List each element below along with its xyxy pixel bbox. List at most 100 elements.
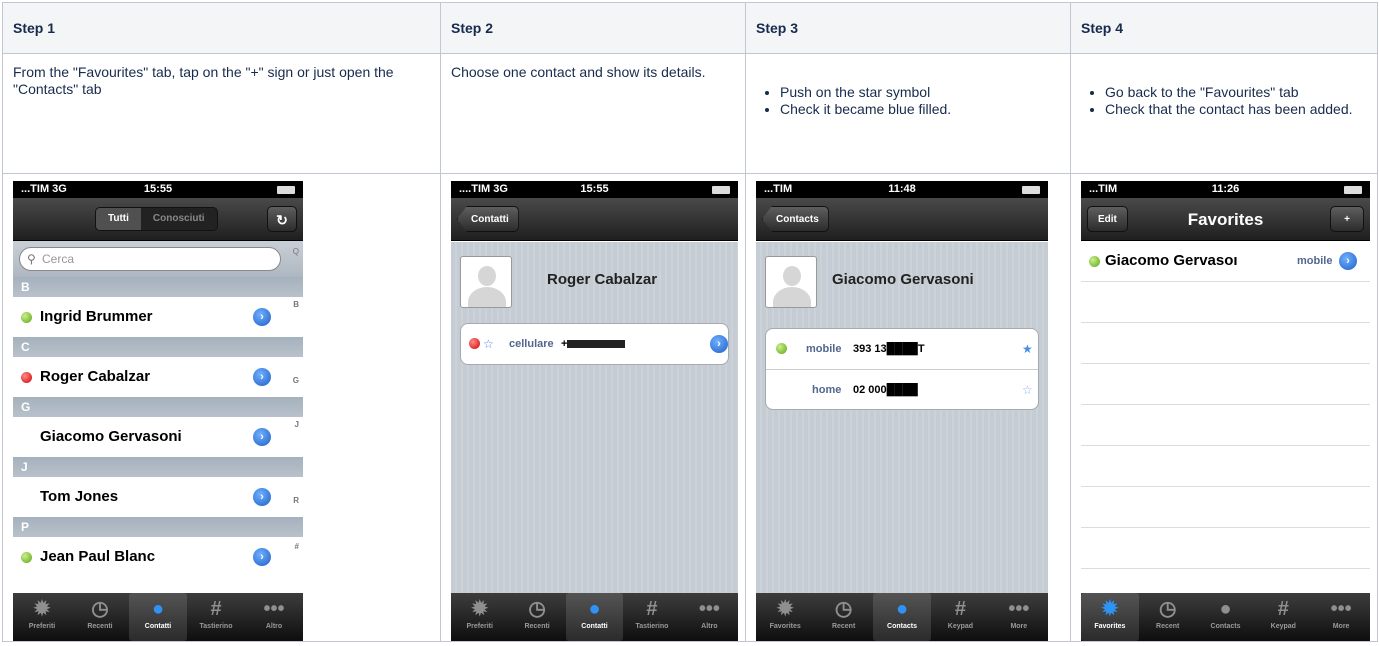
disclosure-icon[interactable]: › [710,335,728,353]
segment-all[interactable]: Tutti [96,208,141,230]
contact-name: Ingrid Brummer [40,308,153,325]
tab-keypad[interactable]: # Keypad [1254,593,1312,641]
contact-name: Roger Cabalzar [547,271,658,288]
more-icon: ••• [1330,598,1352,620]
step-2-text: Choose one contact and show its details. [451,64,706,80]
favorite-label: mobile [1297,255,1333,267]
tab-favorites[interactable]: ✹ Preferiti [13,593,71,641]
tab-contacts[interactable]: ● Contacts [1197,593,1255,641]
disclosure-icon[interactable]: › [253,548,271,566]
tab-keypad[interactable]: # Keypad [931,593,989,641]
tab-favorites[interactable]: ✹ Favorites [1081,593,1139,641]
redacted-number [567,340,626,349]
search-placeholder: Cerca [42,252,75,266]
disclosure-icon[interactable]: › [253,428,271,446]
star-icon: ✹ [471,598,489,620]
step-2-header: Step 2 [440,2,746,54]
step-2-screenshot-cell: ....TIM 3G 15:55 Contatti Roger Cabalzar… [440,173,746,642]
index-letter[interactable]: R [293,481,299,521]
contact-row[interactable]: Ingrid Brummer › B [13,297,303,337]
contact-row[interactable]: Tom Jones › R [13,477,303,517]
empty-row [1081,282,1370,323]
disclosure-icon[interactable]: › [253,368,271,386]
detail-view: Giacomo Gervasoni mobile 393 13████T ★ h… [756,242,1048,593]
contact-row[interactable]: Roger Cabalzar › G [13,357,303,397]
star-icon: ✹ [33,598,51,620]
tab-label: Recent [831,623,856,630]
tab-contacts[interactable]: ● Contatti [129,593,187,641]
empty-row [1081,487,1370,528]
tab-more[interactable]: ••• More [990,593,1048,641]
index-letter[interactable]: # [295,527,299,567]
tab-label: Preferiti [28,623,56,630]
keypad-icon: # [646,598,658,620]
contact-row[interactable]: Giacomo Gervasoni › J [13,417,303,457]
clock-icon: ◷ [834,598,853,620]
index-letter[interactable]: B [293,285,299,325]
disclosure-icon[interactable]: › [253,488,271,506]
tab-label: Contacts [887,623,917,630]
tab-keypad[interactable]: # Tastierino [187,593,245,641]
clock: 15:55 [143,183,173,195]
star-outline-icon[interactable]: ☆ [483,324,494,364]
person-icon: ● [151,598,165,620]
status-dot-red [21,372,32,383]
status-bar: ...TIM 3G 15:55 [13,181,303,198]
phone-value: 02 000████ [853,384,918,396]
more-icon: ••• [263,598,285,620]
phone-row-mobile[interactable]: mobile 393 13████T ★ [766,329,1038,369]
contact-name: Giacomo Gervasoni [832,271,974,288]
phone-group: ☆ cellulare + › [460,323,729,365]
tab-contacts[interactable]: ● Contacts [872,593,932,641]
step-4-bullet: Check that the contact has been added. [1105,101,1367,118]
clock: 11:26 [1211,183,1240,195]
step-4-screenshot-cell: ...TIM 11:26 Edit Favorites + Giacomo Ge… [1070,173,1378,642]
index-letter[interactable]: G [293,361,299,401]
add-button[interactable]: + [1330,206,1364,232]
tab-bar: ✹ Preferiti ◷ Recenti ● Contatti # Tastierin… [451,593,738,641]
disclosure-icon[interactable]: › [1339,252,1357,270]
empty-row [1081,405,1370,446]
disclosure-icon[interactable]: › [253,308,271,326]
phone-row[interactable]: ☆ cellulare + › [461,324,728,364]
tab-favorites[interactable]: ✹ Favorites [756,593,814,641]
star-filled-icon[interactable]: ★ [1022,329,1033,369]
tab-more[interactable]: ••• Altro [245,593,303,641]
favorite-row[interactable]: Giacomo Gervasoı mobile › [1081,241,1370,282]
tab-recents[interactable]: ◷ Recenti [508,593,565,641]
index-letter[interactable]: J [295,405,299,445]
step-3-bullet: Check it became blue filled. [780,101,1060,118]
search-input[interactable]: ⚲ Cerca [19,247,281,271]
tab-favorites[interactable]: ✹ Preferiti [451,593,508,641]
tab-more[interactable]: ••• More [1312,593,1370,641]
page-title: Favorites [1187,210,1264,229]
person-icon: ● [895,598,909,620]
refresh-icon[interactable]: ↻ [267,206,297,232]
back-button[interactable]: Contatti [457,206,519,232]
status-bar: ...TIM 11:48 [756,181,1048,198]
index-search-icon[interactable]: Q [293,247,299,256]
clock: 15:55 [580,183,609,195]
clock: 11:48 [888,183,916,195]
tab-recents[interactable]: ◷ Recent [1139,593,1197,641]
clock-icon: ◷ [1158,598,1177,620]
star-outline-icon[interactable]: ☆ [1022,370,1033,410]
tab-keypad[interactable]: # Tastierino [623,593,680,641]
step-3-screenshot-cell: ...TIM 11:48 Contacts Giacomo Gervasoni … [745,173,1071,642]
back-button[interactable]: Contacts [762,206,829,232]
person-icon: ● [1219,598,1232,620]
steps-table: Step 1 Step 2 Step 3 Step 4 From the "Fa… [2,2,1378,642]
step-4-bullet: Go back to the "Favourites" tab [1105,84,1367,101]
keypad-icon: # [210,598,222,620]
tab-recents[interactable]: ◷ Recenti [71,593,129,641]
tab-contacts[interactable]: ● Contatti [565,593,624,641]
tab-recents[interactable]: ◷ Recent [814,593,872,641]
contact-row[interactable]: Jean Paul Blanc › # [13,537,303,577]
phone-row-home[interactable]: home 02 000████ ☆ [766,369,1038,409]
tab-more[interactable]: ••• Altro [681,593,738,641]
more-icon: ••• [698,598,720,620]
segment-known[interactable]: Conosciuti [140,208,217,230]
section-header: G [13,397,303,417]
tab-label: Contacts [1210,623,1241,630]
tab-bar: ✹ Favorites ◷ Recent ● Contacts # Keypad •••… [1081,593,1370,641]
